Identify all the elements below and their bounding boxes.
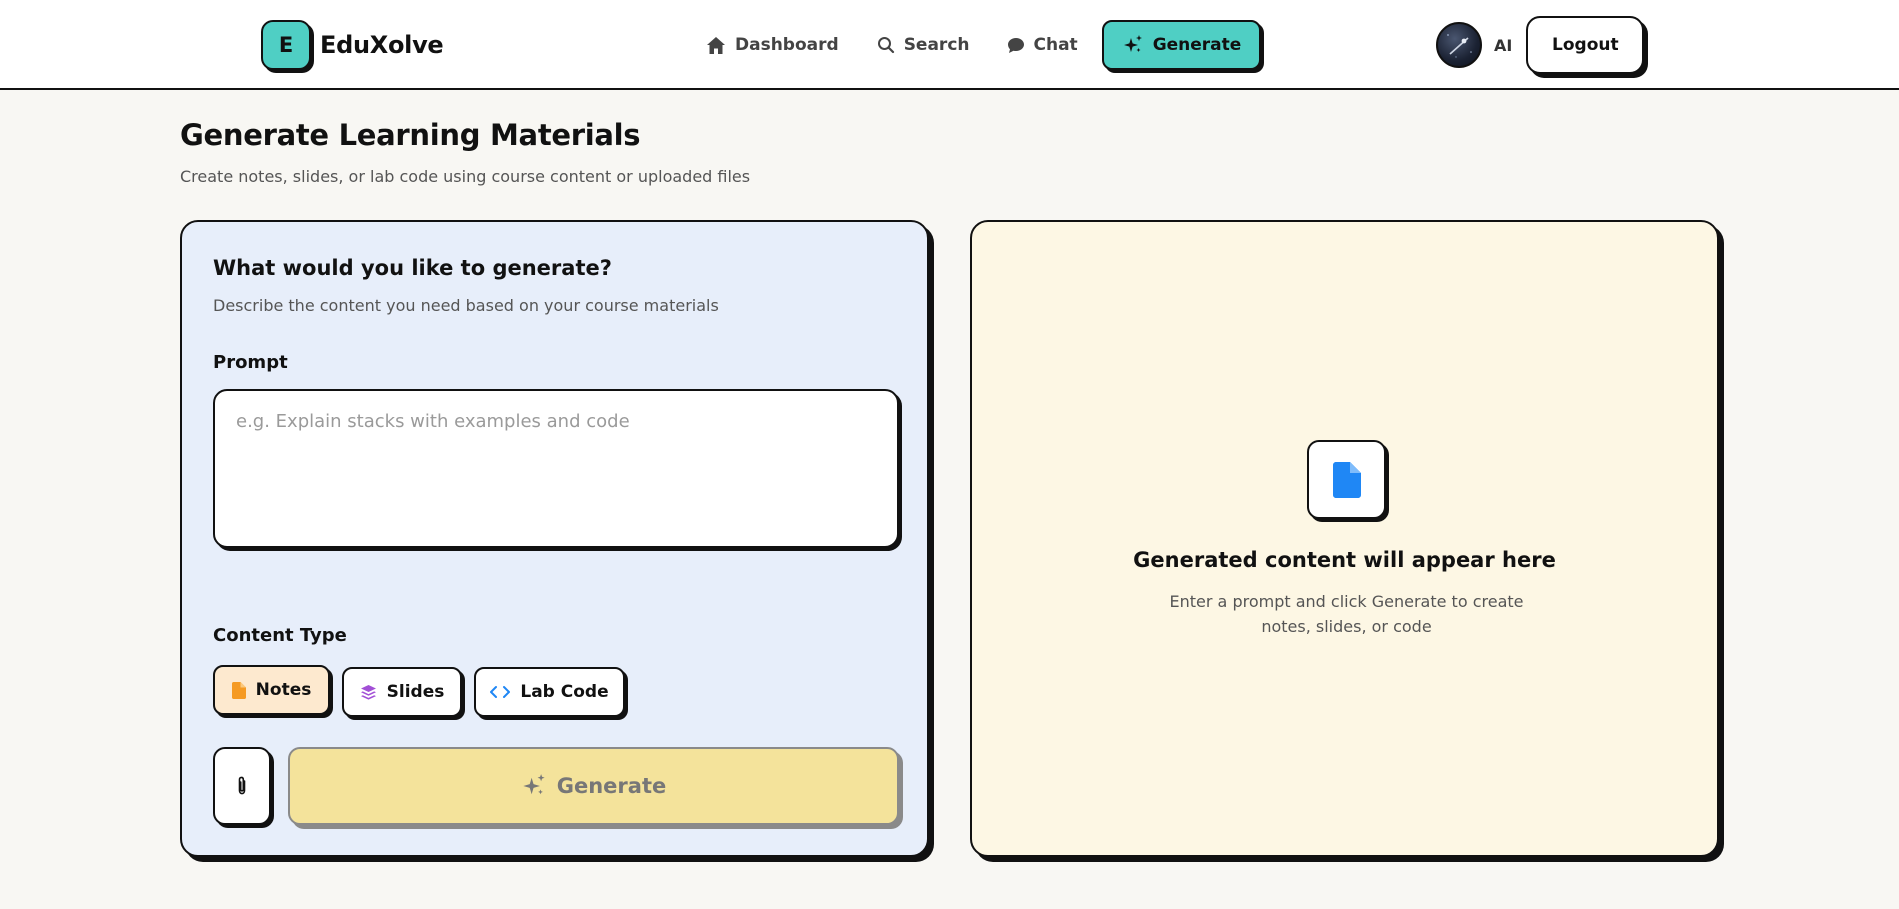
output-empty-title: Generated content will appear here — [1133, 548, 1556, 572]
form-heading: What would you like to generate? — [213, 256, 612, 280]
page-title: Generate Learning Materials — [180, 118, 641, 152]
content-type-lab-code-button[interactable]: Lab Code — [474, 667, 625, 717]
prompt-label: Prompt — [213, 352, 288, 373]
paperclip-icon — [238, 776, 246, 795]
content-type-label-text: Slides — [386, 682, 445, 702]
brand[interactable]: E EduXolve — [261, 20, 444, 70]
output-panel: Generated content will appear here Enter… — [970, 220, 1719, 857]
page-subtitle: Create notes, slides, or lab code using … — [180, 167, 751, 186]
output-placeholder-icon-tile — [1307, 440, 1386, 519]
generate-button[interactable]: Generate — [288, 747, 899, 825]
content-type-notes-button[interactable]: Notes — [213, 665, 330, 715]
nav-item-label: Generate — [1152, 35, 1242, 55]
user-name: AI — [1494, 35, 1513, 55]
document-icon — [1332, 461, 1361, 498]
sparkles-icon — [1123, 35, 1142, 52]
avatar-image-icon — [1447, 34, 1472, 58]
content-type-group: Notes Slides Lab Code — [213, 665, 637, 717]
generate-form-panel: What would you like to generate? Describ… — [180, 220, 929, 857]
layers-icon — [360, 684, 376, 700]
content-type-slides-button[interactable]: Slides — [342, 667, 462, 717]
nav-item-label: Search — [903, 35, 970, 55]
nav-item-label: Chat — [1033, 35, 1078, 55]
nav-item-chat[interactable]: Chat — [992, 20, 1092, 70]
form-description: Describe the content you need based on y… — [213, 296, 719, 315]
avatar[interactable] — [1436, 22, 1482, 68]
nav-item-label: Dashboard — [735, 35, 839, 55]
output-empty-description: Enter a prompt and click Generate to cre… — [1169, 592, 1524, 636]
user-area: AI Logout — [1436, 15, 1645, 75]
brand-name: EduXolve — [320, 31, 444, 59]
chat-bubble-icon — [1007, 38, 1024, 53]
nav-item-dashboard[interactable]: Dashboard — [692, 20, 853, 70]
nav-item-generate[interactable]: Generate — [1101, 20, 1262, 70]
home-icon — [707, 36, 725, 54]
prompt-input[interactable] — [213, 389, 899, 548]
attach-file-button[interactable] — [213, 747, 271, 825]
nav-item-search[interactable]: Search — [863, 20, 984, 70]
document-icon — [231, 681, 246, 699]
brand-logo: E — [261, 20, 311, 70]
search-icon — [877, 37, 894, 54]
content-type-label-text: Lab Code — [520, 682, 609, 702]
content-type-label: Content Type — [213, 625, 347, 646]
sparkles-icon — [523, 774, 545, 795]
brand-logo-letter: E — [278, 33, 294, 57]
logout-button[interactable]: Logout — [1526, 16, 1645, 74]
content-type-label-text: Notes — [255, 680, 312, 700]
code-icon — [490, 686, 511, 698]
generate-button-label: Generate — [556, 774, 667, 798]
top-navbar: E EduXolve Dashboard Search Chat Generat… — [0, 0, 1899, 90]
main-nav: Dashboard Search Chat Generate — [680, 20, 1262, 70]
